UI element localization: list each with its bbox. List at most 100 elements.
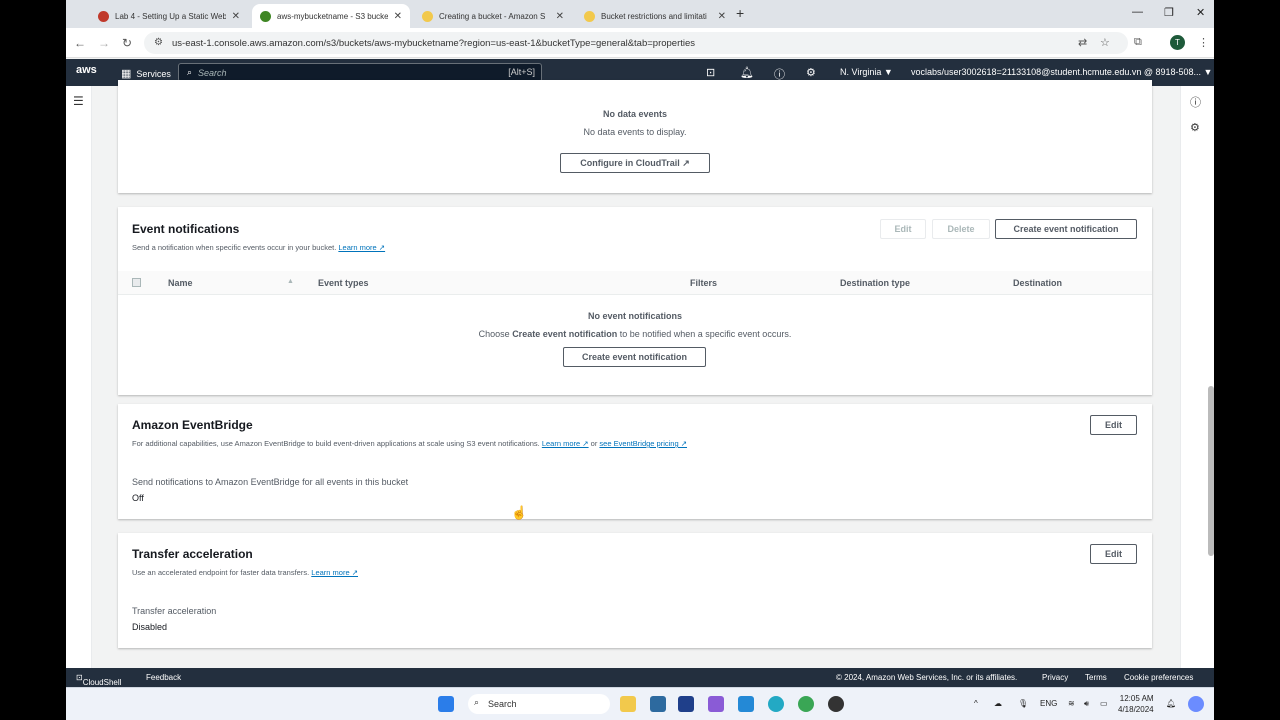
volume-icon[interactable]: 🔊︎ (1084, 699, 1089, 709)
translate-icon[interactable]: ⇄ (1078, 36, 1087, 49)
feedback-link[interactable]: Feedback (146, 673, 181, 682)
sort-ascending-icon[interactable]: ▲ (287, 278, 294, 285)
learn-more-link[interactable]: Learn more ↗ (311, 568, 358, 577)
file-explorer-icon[interactable] (620, 696, 636, 712)
region-selector[interactable]: N. Virginia ▼ (840, 67, 893, 77)
description-text: Send a notification when specific events… (132, 243, 337, 252)
search-placeholder: Search (198, 67, 227, 78)
edit-button[interactable]: Edit (880, 219, 926, 239)
profile-avatar[interactable]: T (1170, 35, 1185, 50)
visual-studio-icon[interactable] (708, 696, 724, 712)
microphone-icon[interactable]: 🎙︎ (1018, 699, 1028, 708)
create-event-notification-button[interactable]: Create event notification (563, 347, 706, 367)
close-icon[interactable]: ✕ (718, 11, 726, 22)
minimize-icon[interactable]: — (1132, 6, 1143, 18)
tab-favicon-icon (98, 10, 109, 22)
section-description: For additional capabilities, use Amazon … (132, 439, 687, 448)
column-header-name[interactable]: Name (168, 278, 193, 288)
copilot-icon[interactable] (1188, 696, 1204, 712)
vscode-icon[interactable] (738, 696, 754, 712)
system-clock[interactable]: 12:05 AM 4/18/2024 (1118, 693, 1154, 715)
aws-logo[interactable]: aws (76, 64, 97, 76)
more-menu-icon[interactable]: ⋮ (1198, 36, 1209, 49)
select-all-checkbox[interactable] (132, 278, 141, 287)
section-description: Use an accelerated endpoint for faster d… (132, 568, 358, 577)
chrome-icon[interactable] (798, 696, 814, 712)
eventbridge-panel: Amazon EventBridge For additional capabi… (118, 404, 1152, 519)
or-text: or (588, 439, 600, 448)
cloudshell-label: CloudShell (82, 678, 122, 687)
chevron-up-icon[interactable]: ^ (974, 699, 978, 708)
console-content: ☰ No data events No data events to displ… (66, 80, 1214, 668)
battery-icon[interactable]: ▭ (1100, 699, 1108, 708)
settings-icon[interactable]: ⚙ (1190, 121, 1200, 134)
empty-description: No data events to display. (583, 127, 687, 137)
tab-title: Bucket restrictions and limitati (601, 11, 707, 21)
browser-tab[interactable]: Bucket restrictions and limitati ✕ (576, 4, 734, 28)
left-navigation-strip: ☰ (66, 86, 92, 668)
browser-tab[interactable]: Lab 4 - Setting Up a Static Web ✕ (90, 4, 248, 28)
back-icon[interactable]: ← (74, 36, 86, 50)
transfer-acceleration-panel: Transfer acceleration Use an accelerated… (118, 533, 1152, 648)
windows-start-icon[interactable] (438, 696, 454, 712)
privacy-link[interactable]: Privacy (1042, 673, 1068, 682)
cloud-icon[interactable]: ☁ (994, 699, 1002, 708)
settings-gear-icon[interactable]: ⚙ (806, 66, 816, 79)
setting-value: Off (132, 493, 144, 503)
learn-more-link[interactable]: Learn more ↗ (542, 439, 589, 448)
taskbar-search[interactable]: ⌕ Search (468, 694, 610, 714)
edit-button[interactable]: Edit (1090, 415, 1137, 435)
browser-toolbar: ← → ↻ ⚙ us-east-1.console.aws.amazon.com… (66, 28, 1214, 58)
account-menu[interactable]: voclabs/user3002618=21133108@student.hcm… (911, 67, 1212, 77)
services-menu[interactable]: ▦ Services (121, 67, 171, 80)
empty-desc-prefix: Choose (478, 329, 513, 339)
app-l-icon[interactable] (678, 696, 694, 712)
reload-icon[interactable]: ↻ (122, 36, 132, 50)
browser-tab-active[interactable]: aws-mybucketname - S3 bucke ✕ (252, 4, 410, 28)
extensions-icon[interactable]: ⧉ (1134, 36, 1142, 49)
forward-icon[interactable]: → (98, 36, 110, 50)
configure-cloudtrail-button[interactable]: Configure in CloudTrail ↗ (560, 153, 710, 173)
cloudshell-link[interactable]: ⊡ CloudShell (76, 673, 121, 687)
section-description: Send a notification when specific events… (132, 243, 385, 252)
address-bar[interactable]: ⚙ us-east-1.console.aws.amazon.com/s3/bu… (144, 32, 1128, 54)
scrollbar-thumb[interactable] (1208, 386, 1214, 556)
grid-icon: ▦ (121, 68, 132, 80)
close-icon[interactable]: ✕ (556, 11, 564, 22)
site-info-icon[interactable]: ⚙ (154, 37, 163, 48)
clock-date: 4/18/2024 (1118, 705, 1154, 714)
close-icon[interactable]: ✕ (394, 11, 402, 22)
cookie-preferences-link[interactable]: Cookie preferences (1124, 673, 1193, 682)
delete-button[interactable]: Delete (932, 219, 990, 239)
edit-button[interactable]: Edit (1090, 544, 1137, 564)
new-tab-button[interactable]: + (736, 5, 744, 21)
maximize-icon[interactable]: ❐ (1164, 6, 1174, 19)
eventbridge-pricing-link[interactable]: see EventBridge pricing ↗ (599, 439, 687, 448)
notifications-bell-icon[interactable]: 🔔︎ (740, 66, 754, 79)
empty-title: No data events (602, 109, 668, 119)
column-header-filters: Filters (690, 278, 718, 288)
video-letterbox-right (1214, 0, 1280, 720)
app-icon[interactable] (828, 696, 844, 712)
create-event-notification-button[interactable]: Create event notification (995, 219, 1137, 239)
terms-link[interactable]: Terms (1085, 673, 1107, 682)
edge-icon[interactable] (768, 696, 784, 712)
app-icon[interactable] (650, 696, 666, 712)
notification-bell-icon[interactable]: 🔔︎ (1166, 699, 1176, 708)
cloudshell-icon[interactable]: ⊡ (706, 66, 715, 79)
windows-taskbar: ⌕ Search ^ ☁ 🎙︎ ENG ≋ 🔊︎ ▭ 12:05 AM 4/18… (66, 687, 1214, 720)
wifi-icon[interactable]: ≋ (1068, 699, 1075, 708)
column-header-destination-type: Destination type (840, 278, 911, 288)
browser-tab[interactable]: Creating a bucket - Amazon S ✕ (414, 4, 572, 28)
info-icon[interactable]: ⓘ (1190, 94, 1201, 110)
language-indicator[interactable]: ENG (1040, 699, 1057, 708)
bookmark-star-icon[interactable]: ☆ (1100, 36, 1110, 49)
hamburger-menu-icon[interactable]: ☰ (73, 94, 84, 108)
console-footer: ⊡ CloudShell Feedback © 2024, Amazon Web… (66, 668, 1214, 687)
close-icon[interactable]: ✕ (232, 11, 240, 22)
learn-more-link[interactable]: Learn more ↗ (338, 243, 385, 252)
setting-label: Transfer acceleration (132, 606, 217, 616)
close-window-icon[interactable]: ✕ (1196, 6, 1205, 19)
empty-desc-suffix: to be notified when a specific event occ… (617, 329, 792, 339)
section-title: Amazon EventBridge (132, 418, 253, 432)
